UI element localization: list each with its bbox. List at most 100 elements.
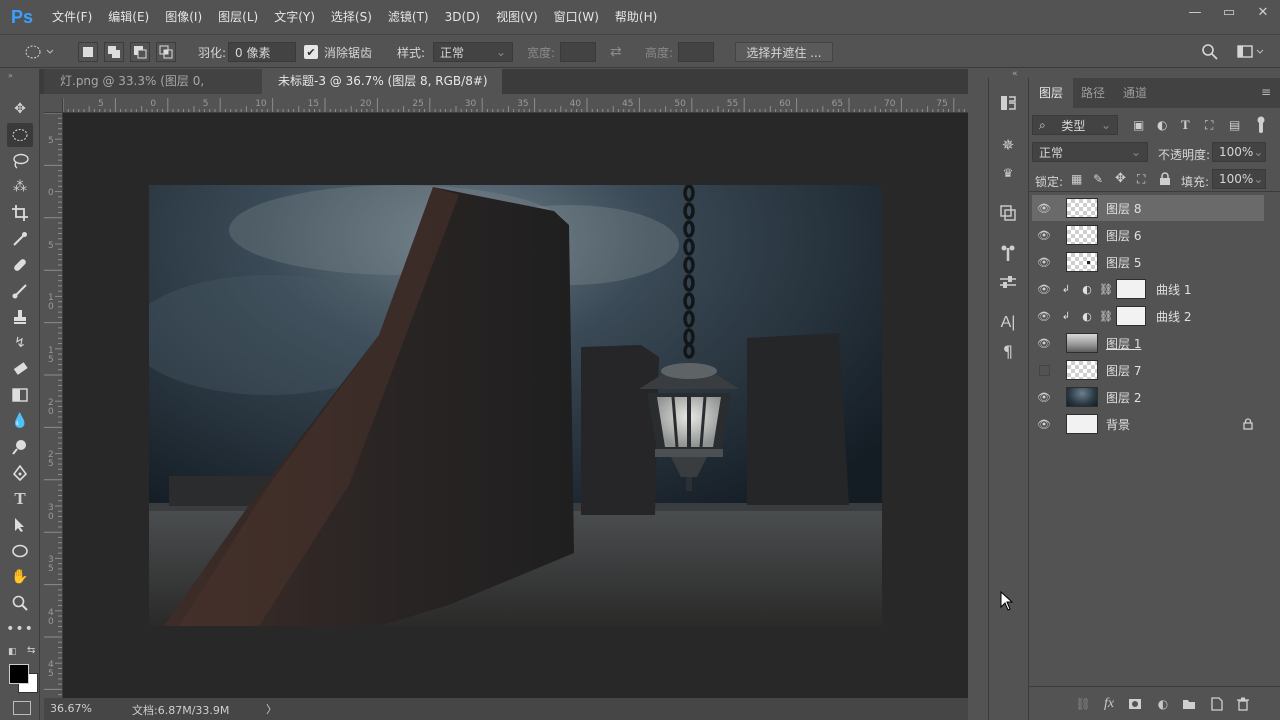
layer-name[interactable]: 图层 5 (1106, 254, 1141, 271)
menu-help[interactable]: 帮助(H) (607, 0, 665, 34)
lock-image-pixels-icon[interactable]: ✎ (1093, 172, 1103, 186)
crop-tool-icon[interactable] (7, 201, 33, 225)
visibility-eye-icon[interactable]: 👁 (1032, 256, 1056, 269)
foreground-color-swatch[interactable] (9, 664, 29, 684)
move-tool-icon[interactable]: ✥ (7, 97, 33, 121)
delete-layer-trash-icon[interactable] (1233, 694, 1253, 714)
tab-layers[interactable]: 图层 (1029, 78, 1074, 108)
eyedropper-tool-icon[interactable] (7, 227, 33, 251)
more-tools-icon[interactable]: ••• (6, 617, 33, 641)
status-menu-arrow-icon[interactable]: 〉 (266, 701, 277, 717)
visibility-eye-icon[interactable]: 👁 (1032, 391, 1056, 404)
layer-filter-select[interactable]: ⌕ 类型 ⌄ (1032, 115, 1118, 135)
tab-lamp-png[interactable]: 灯.png @ 33.3% (图层 0, RGB/8#)✕ (44, 69, 262, 113)
paragraph-panel-icon[interactable]: ¶ (997, 340, 1019, 362)
menu-file[interactable]: 文件(F) (44, 0, 100, 34)
layer-row[interactable]: 👁 图层 1 (1032, 330, 1264, 356)
width-input[interactable] (560, 42, 596, 62)
layer-row[interactable]: 👁 ↲ ◐ ⛓ 曲线 2 (1032, 303, 1264, 329)
pen-tool-icon[interactable] (7, 461, 33, 485)
path-selection-tool-icon[interactable] (7, 513, 33, 537)
visibility-eye-icon[interactable]: 👁 (1032, 229, 1056, 242)
lasso-tool-icon[interactable] (7, 149, 33, 173)
add-selection-button[interactable] (104, 42, 124, 62)
layer-row[interactable]: 👁 图层 8 (1032, 195, 1264, 221)
tab-channels[interactable]: 通道 (1113, 78, 1157, 108)
tool-preset-picker[interactable] (24, 41, 54, 63)
filter-adjustment-icon[interactable]: ◐ (1157, 118, 1167, 132)
brush-presets-icon[interactable]: ♛ (997, 162, 1019, 184)
layer-name[interactable]: 曲线 2 (1156, 308, 1191, 325)
collapse-toolbar-icon[interactable]: » (8, 71, 13, 80)
lock-artboard-icon[interactable]: ⛶ (1137, 172, 1145, 187)
filter-shape-icon[interactable]: ⛶ (1205, 118, 1213, 133)
layer-name[interactable]: 曲线 1 (1156, 281, 1191, 298)
subtract-selection-button[interactable] (130, 42, 150, 62)
search-icon[interactable] (1201, 41, 1219, 63)
layer-style-fx-icon[interactable]: fx (1099, 694, 1119, 714)
visibility-eye-icon[interactable]: 👁 (1032, 310, 1056, 323)
lock-transparent-icon[interactable]: ▦ (1071, 172, 1082, 186)
layer-mask-thumbnail[interactable] (1116, 306, 1146, 326)
visibility-eye-icon[interactable]: 👁 (1032, 202, 1056, 215)
link-layers-icon[interactable]: ⛓ (1073, 694, 1093, 714)
hand-tool-icon[interactable]: ✋ (7, 565, 33, 589)
layer-row[interactable]: 👁 图层 5 (1032, 249, 1264, 275)
workspace-switcher-icon[interactable] (1237, 41, 1265, 63)
menu-filter[interactable]: 滤镜(T) (380, 0, 437, 34)
layer-name[interactable]: 图层 8 (1106, 200, 1141, 217)
new-layer-icon[interactable] (1207, 694, 1227, 714)
zoom-level[interactable]: 36.67% (50, 702, 92, 715)
tool-presets-icon[interactable] (997, 242, 1019, 264)
close-window-button[interactable]: ✕ (1246, 0, 1280, 24)
layer-row[interactable]: 👁 图层 2 (1032, 384, 1264, 410)
magic-wand-tool-icon[interactable]: ⁂ (7, 175, 33, 199)
character-panel-icon[interactable]: A| (997, 312, 1019, 334)
filter-toggle-icon[interactable] (1255, 115, 1267, 135)
feather-input[interactable]: 0 像素 (228, 42, 296, 62)
blend-mode-select[interactable]: 正常 ⌄ (1032, 142, 1148, 162)
fill-input[interactable]: 100% ⌄ (1212, 169, 1266, 189)
visibility-eye-icon[interactable]: 👁 (1032, 283, 1056, 296)
swap-dimensions-icon[interactable]: ⇄ (610, 41, 622, 63)
minimize-button[interactable]: — (1178, 0, 1212, 24)
default-colors-icon[interactable]: ◧ (8, 647, 17, 657)
ellipse-shape-tool-icon[interactable] (7, 539, 33, 563)
ellipse-marquee-tool-icon[interactable] (7, 123, 33, 147)
panel-menu-icon[interactable]: ≡ (1261, 85, 1271, 99)
clone-stamp-tool-icon[interactable] (7, 305, 33, 329)
new-group-folder-icon[interactable] (1179, 694, 1199, 714)
history-brush-tool-icon[interactable]: ↯ (7, 331, 33, 355)
layer-name[interactable]: 背景 (1106, 416, 1238, 433)
tab-paths[interactable]: 路径 (1071, 78, 1115, 108)
gradient-tool-icon[interactable] (7, 383, 33, 407)
filter-smart-object-icon[interactable]: ▤ (1229, 118, 1240, 132)
swap-colors-icon[interactable]: ⇆ (27, 645, 35, 656)
new-adjustment-layer-icon[interactable]: ◐ (1153, 694, 1173, 714)
antialias-checkbox[interactable]: ✔ (304, 45, 318, 59)
layer-row[interactable]: 图层 7 (1032, 357, 1264, 383)
lock-all-icon[interactable] (1159, 172, 1171, 186)
healing-brush-tool-icon[interactable] (7, 253, 33, 277)
history-panel-icon[interactable] (997, 92, 1019, 114)
restore-button[interactable]: ▭ (1212, 0, 1246, 24)
chain-link-icon[interactable]: ⛓ (1098, 310, 1114, 323)
dodge-tool-icon[interactable] (7, 435, 33, 459)
menu-type[interactable]: 文字(Y) (266, 0, 323, 34)
filter-type-icon[interactable]: T (1181, 117, 1190, 133)
adjustments-sliders-icon[interactable] (997, 271, 1019, 293)
intersect-selection-button[interactable] (156, 42, 176, 62)
layer-mask-thumbnail[interactable] (1116, 279, 1146, 299)
add-mask-icon[interactable] (1125, 694, 1145, 714)
menu-window[interactable]: 窗口(W) (546, 0, 607, 34)
layer-name[interactable]: 图层 7 (1106, 362, 1141, 379)
zoom-tool-icon[interactable] (7, 591, 33, 615)
horizontal-ruler[interactable]: 5 0 5 10 15 20 25 30 35 40 45 50 55 60 65 70 75 (63, 98, 968, 113)
layer-row[interactable]: 👁 图层 6 (1032, 222, 1264, 248)
layer-name[interactable]: 图层 6 (1106, 227, 1141, 244)
layer-row[interactable]: 👁 背景 (1032, 411, 1264, 437)
brush-tool-icon[interactable] (7, 279, 33, 303)
lock-position-icon[interactable]: ✥ (1115, 171, 1126, 186)
vertical-ruler[interactable]: 5051 01 52 02 53 03 54 04 55 0 (44, 113, 63, 698)
menu-view[interactable]: 视图(V) (488, 0, 546, 34)
